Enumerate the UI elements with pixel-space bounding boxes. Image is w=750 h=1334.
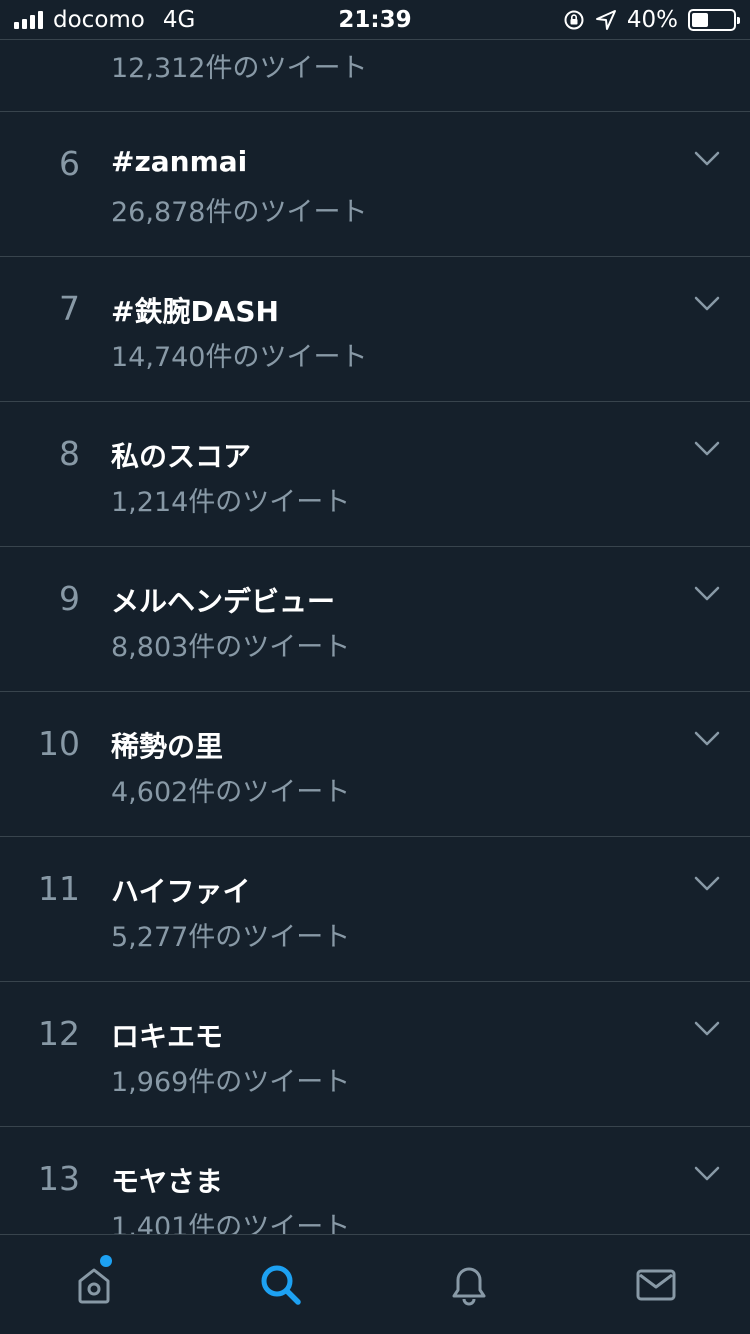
trend-tweet-count: 12,312件のツイート bbox=[111, 53, 368, 84]
home-icon bbox=[78, 1268, 110, 1303]
trend-name: #鉄腕DASH bbox=[111, 295, 279, 328]
trend-rank: 11 bbox=[38, 869, 80, 908]
notification-dot bbox=[99, 1254, 112, 1267]
mail-icon bbox=[636, 1269, 676, 1300]
tab-bar bbox=[0, 1234, 750, 1334]
trend-rank: 8 bbox=[59, 434, 80, 473]
tab-messages[interactable] bbox=[596, 1235, 716, 1334]
chevron-down-icon[interactable] bbox=[694, 150, 720, 168]
trend-name: #zanmai bbox=[111, 145, 248, 178]
trend-item[interactable]: 10 稀勢の里 4,602件のツイート bbox=[0, 692, 750, 837]
chevron-down-icon[interactable] bbox=[694, 1165, 720, 1183]
trend-tweet-count: 8,803件のツイート bbox=[111, 632, 351, 663]
signal-strength-icon bbox=[14, 10, 43, 29]
trend-item[interactable]: 11 ハイファイ 5,277件のツイート bbox=[0, 837, 750, 982]
bell-icon bbox=[452, 1267, 486, 1305]
trend-tweet-count: 4,602件のツイート bbox=[111, 777, 351, 808]
trend-rank: 9 bbox=[59, 579, 80, 618]
tab-home[interactable] bbox=[34, 1235, 154, 1334]
trend-tweet-count: 14,740件のツイート bbox=[111, 342, 368, 373]
chevron-down-icon[interactable] bbox=[694, 440, 720, 458]
trend-item[interactable]: 8 私のスコア 1,214件のツイート bbox=[0, 402, 750, 547]
battery-percent: 40% bbox=[626, 6, 678, 33]
trend-name: 稀勢の里 bbox=[111, 730, 224, 763]
trend-name: メルヘンデビュー bbox=[111, 585, 336, 618]
chevron-down-icon[interactable] bbox=[694, 875, 720, 893]
location-arrow-icon bbox=[595, 9, 616, 30]
chevron-down-icon[interactable] bbox=[694, 1020, 720, 1038]
trend-item-partial[interactable]: 12,312件のツイート bbox=[0, 40, 750, 112]
carrier-name: docomo bbox=[53, 6, 145, 33]
trend-rank: 7 bbox=[59, 289, 80, 328]
trend-name: 私のスコア bbox=[111, 440, 252, 473]
trend-tweet-count: 1,969件のツイート bbox=[111, 1067, 351, 1098]
tab-notifications[interactable] bbox=[409, 1235, 529, 1334]
trend-item[interactable]: 9 メルヘンデビュー 8,803件のツイート bbox=[0, 547, 750, 692]
trend-item[interactable]: 12 ロキエモ 1,969件のツイート bbox=[0, 982, 750, 1127]
trend-name: ハイファイ bbox=[111, 875, 251, 908]
trend-item[interactable]: 6 #zanmai 26,878件のツイート bbox=[0, 112, 750, 257]
trend-list: 6 #zanmai 26,878件のツイート 7 #鉄腕DASH 14,740件のツイート… bbox=[0, 112, 750, 1272]
trend-tweet-count: 5,277件のツイート bbox=[111, 922, 351, 953]
trend-rank: 10 bbox=[38, 724, 80, 763]
trend-rank: 6 bbox=[59, 144, 80, 183]
search-icon bbox=[261, 1265, 301, 1305]
chevron-down-icon[interactable] bbox=[694, 730, 720, 748]
trend-tweet-count: 26,878件のツイート bbox=[111, 197, 368, 228]
trend-name: ロキエモ bbox=[111, 1020, 224, 1053]
network-type: 4G bbox=[162, 6, 196, 33]
chevron-down-icon[interactable] bbox=[694, 295, 720, 313]
chevron-down-icon[interactable] bbox=[694, 585, 720, 603]
trend-rank: 12 bbox=[38, 1014, 80, 1053]
trend-item[interactable]: 7 #鉄腕DASH 14,740件のツイート bbox=[0, 257, 750, 402]
battery-icon bbox=[688, 8, 740, 31]
trend-name: モヤさま bbox=[111, 1165, 224, 1198]
trends-screen: docomo 4G 21:39 40% 12,312件のツイート 6 #zanma… bbox=[0, 0, 750, 1334]
orientation-lock-icon bbox=[564, 10, 584, 29]
trend-rank: 13 bbox=[38, 1159, 80, 1198]
tab-search[interactable] bbox=[221, 1235, 341, 1334]
trend-tweet-count: 1,214件のツイート bbox=[111, 487, 351, 518]
status-bar: docomo 4G 21:39 40% bbox=[0, 0, 750, 40]
